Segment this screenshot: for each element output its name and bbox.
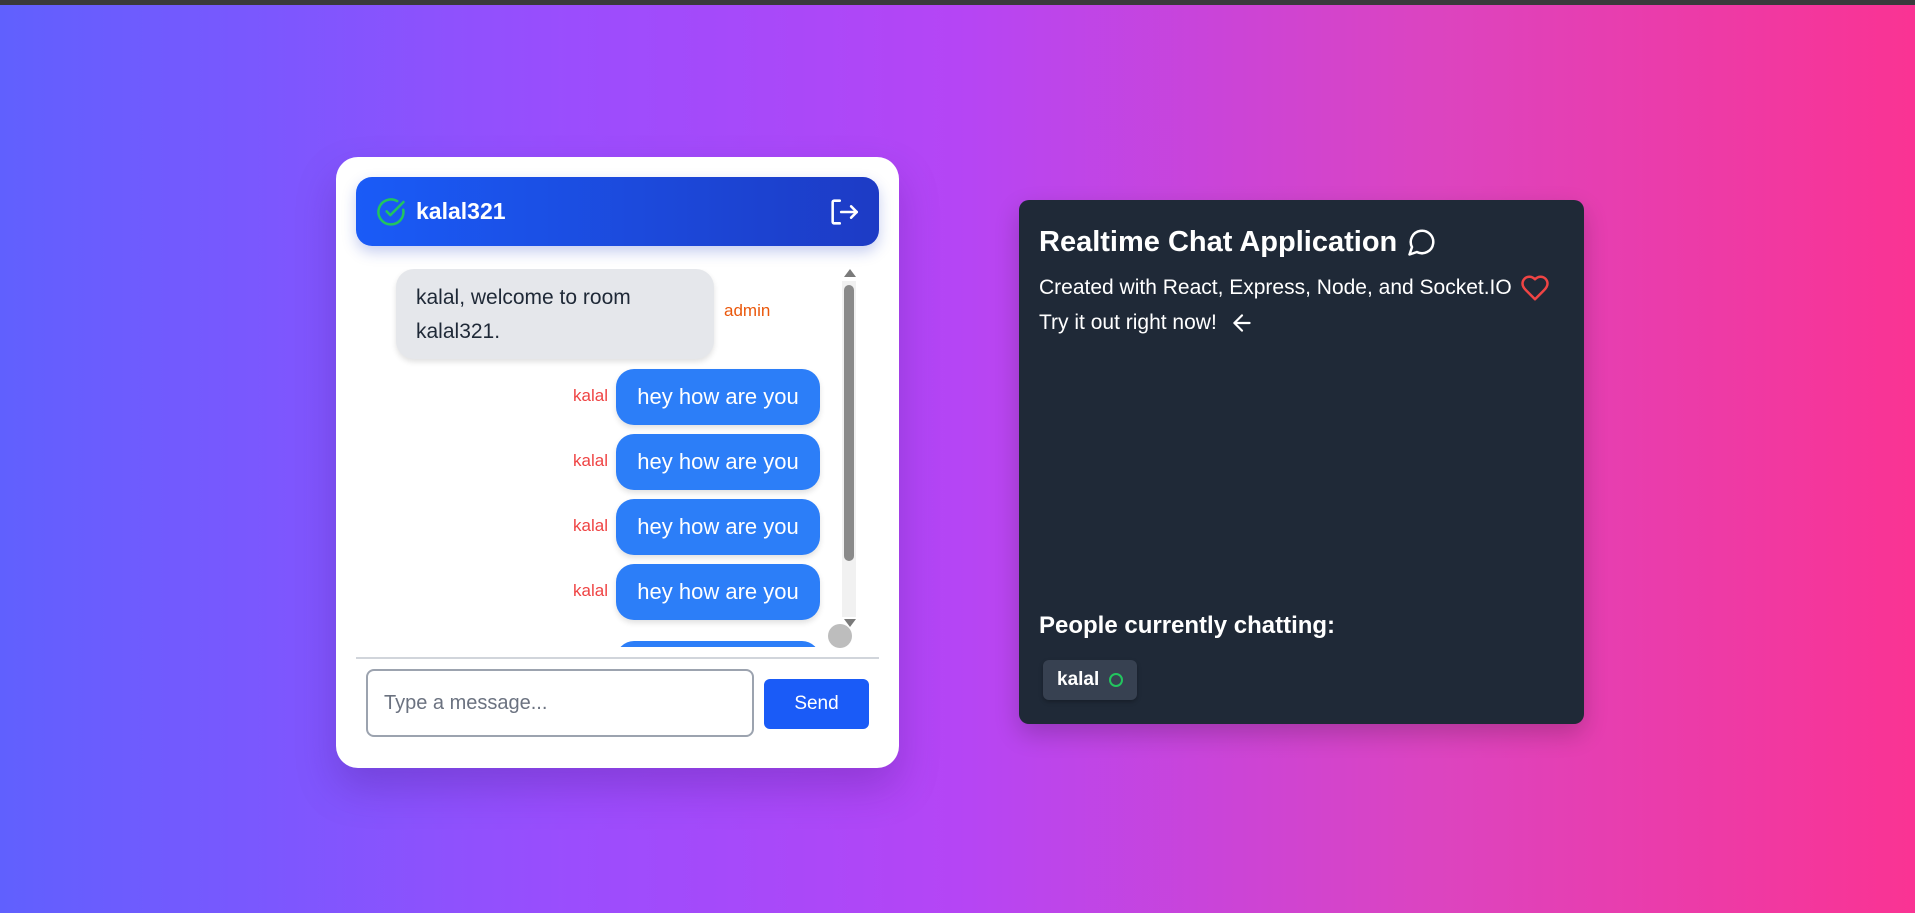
admin-sender-label: admin: [724, 301, 771, 320]
message-input[interactable]: [366, 669, 754, 737]
message-row: kalal hey how are you: [356, 564, 820, 620]
message-bubble: hey how are you: [616, 434, 820, 490]
message-bubble: hey how are you: [616, 564, 820, 620]
tech-stack-text: Created with React, Express, Node, and S…: [1039, 276, 1512, 299]
info-cta: Try it out right now!: [1039, 307, 1255, 339]
heart-icon: [1520, 275, 1549, 301]
scroll-thumb[interactable]: [844, 285, 854, 561]
arrow-left-icon: [1233, 314, 1251, 332]
send-button[interactable]: Send: [764, 679, 869, 729]
message-bubble-partial: [616, 641, 820, 647]
chat-card: kalal321 kalal, welcome to room kalal321…: [336, 157, 899, 768]
sender-label: kalal: [573, 386, 608, 405]
scroll-up-arrow-icon[interactable]: [844, 269, 856, 277]
message-bubble: hey how are you: [616, 369, 820, 425]
check-circle-icon: [377, 198, 405, 226]
cta-text: Try it out right now!: [1039, 311, 1217, 334]
browser-top-bar: [0, 0, 1915, 5]
message-row: kalal hey how are you: [356, 369, 820, 425]
divider: [356, 657, 879, 659]
message-scrollbar[interactable]: [842, 269, 856, 627]
info-title-row: Realtime Chat Application: [1039, 222, 1437, 262]
people-heading: People currently chatting:: [1039, 612, 1336, 639]
message-row: kalal hey how are you: [356, 499, 820, 555]
message-list[interactable]: kalal, welcome to room kalal321. admin k…: [356, 269, 866, 647]
logout-icon[interactable]: [827, 195, 861, 229]
sender-label: kalal: [573, 581, 608, 600]
app-title: Realtime Chat Application: [1039, 225, 1398, 258]
message-bubble: hey how are you: [616, 499, 820, 555]
scroll-track[interactable]: [842, 281, 856, 617]
admin-message-bubble: kalal, welcome to room kalal321.: [396, 269, 714, 359]
chat-bubble-icon: [1408, 229, 1435, 256]
room-name: kalal321: [416, 198, 506, 224]
user-chip: kalal: [1043, 660, 1138, 700]
user-name: kalal: [1057, 669, 1100, 690]
sender-label: kalal: [573, 451, 608, 470]
chat-header: kalal321: [356, 177, 879, 246]
online-dot-icon: [1109, 673, 1124, 687]
message-row: kalal hey how are you: [356, 434, 820, 490]
info-description: Created with React, Express, Node, and S…: [1039, 272, 1550, 304]
scroll-to-bottom-button[interactable]: [828, 624, 852, 648]
sender-label: kalal: [573, 516, 608, 535]
info-panel: Realtime Chat Application Created with R…: [1019, 200, 1584, 724]
